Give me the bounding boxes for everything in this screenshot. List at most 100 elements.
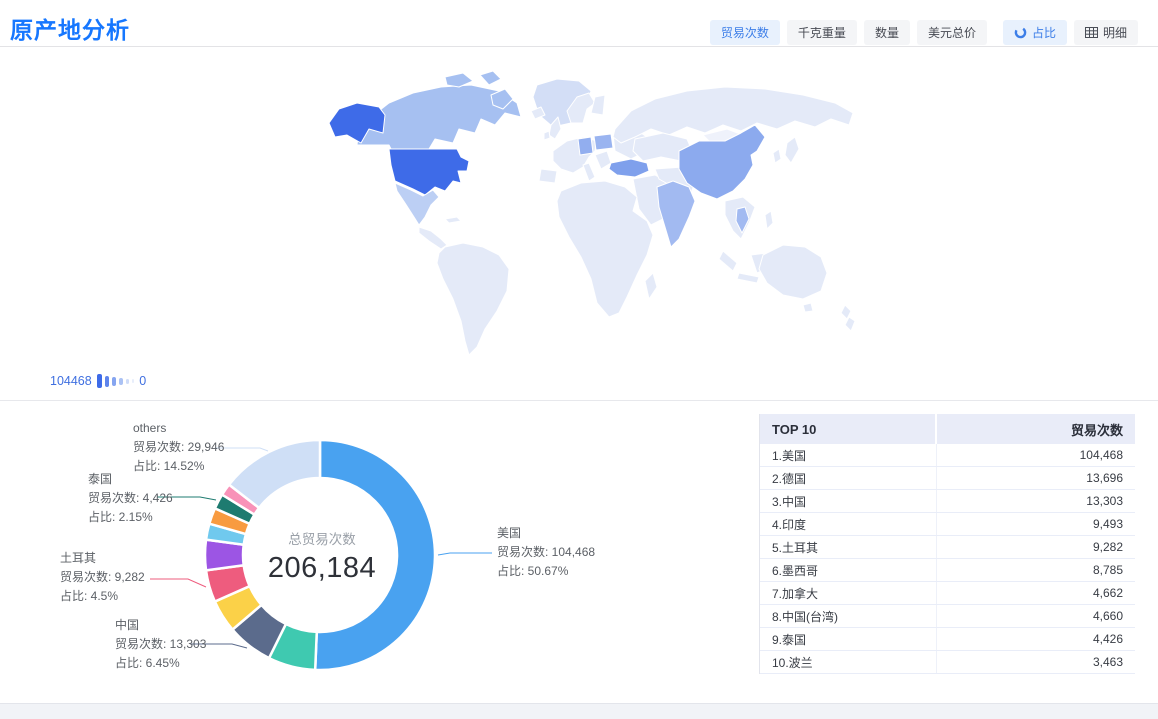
top10-header-value: 贸易次数: [937, 420, 1135, 439]
page-header: 原产地分析 贸易次数千克重量数量美元总价占比明细: [0, 0, 1158, 47]
map-region-balkans[interactable]: [595, 151, 611, 169]
donut-callout-usa: 美国 贸易次数: 104,468 占比: 50.67%: [497, 524, 595, 581]
map-region-java[interactable]: [737, 273, 759, 283]
metric-tab-美元总价[interactable]: 美元总价: [917, 20, 987, 45]
table-cell-value: 4,426: [937, 632, 1135, 646]
table-cell-country: 2.德国: [760, 467, 937, 489]
callout-percent: 占比: 50.67%: [497, 562, 595, 581]
legend-bar: [112, 377, 116, 386]
top10-table: TOP 10 贸易次数 1.美国104,4682.德国13,6963.中国13,…: [759, 414, 1135, 674]
table-row: 7.加拿大4,662: [760, 582, 1135, 605]
world-map: [295, 58, 865, 370]
donut-chart-icon: [1014, 26, 1027, 39]
callout-value: 贸易次数: 13,303: [115, 635, 206, 654]
table-grid-icon: [1085, 27, 1098, 38]
legend-bar: [105, 376, 110, 387]
top10-header-rank: TOP 10: [760, 414, 937, 444]
callout-line-turkey: [150, 579, 206, 587]
map-region-australia[interactable]: [759, 245, 827, 299]
table-row: 6.墨西哥8,785: [760, 559, 1135, 582]
callout-name: 泰国: [88, 470, 173, 489]
table-cell-value: 9,282: [937, 540, 1135, 554]
view-toggle-明细[interactable]: 明细: [1074, 20, 1138, 45]
map-region-philippines[interactable]: [765, 211, 773, 229]
map-region-italy[interactable]: [583, 163, 595, 181]
donut-callout-thailand: 泰国 贸易次数: 4,426 占比: 2.15%: [88, 470, 173, 527]
callout-value: 贸易次数: 29,946: [133, 438, 224, 457]
table-cell-value: 3,463: [937, 655, 1135, 669]
table-row: 9.泰国4,426: [760, 628, 1135, 651]
map-region-germany[interactable]: [578, 137, 593, 155]
legend-bar: [132, 379, 135, 383]
legend-bar: [119, 378, 123, 385]
callout-value: 贸易次数: 9,282: [60, 568, 145, 587]
table-cell-value: 4,660: [937, 609, 1135, 623]
map-region-cuba[interactable]: [445, 217, 461, 223]
callout-percent: 占比: 6.45%: [115, 654, 206, 673]
table-row: 5.土耳其9,282: [760, 536, 1135, 559]
callout-value: 贸易次数: 104,468: [497, 543, 595, 562]
table-cell-country: 8.中国(台湾): [760, 605, 937, 627]
table-cell-country: 4.印度: [760, 513, 937, 535]
callout-name: 美国: [497, 524, 595, 543]
map-region-ireland[interactable]: [544, 131, 550, 140]
map-region-korea[interactable]: [773, 149, 781, 163]
table-row: 2.德国13,696: [760, 467, 1135, 490]
page-title: 原产地分析: [10, 11, 130, 45]
table-row: 4.印度9,493: [760, 513, 1135, 536]
donut-callout-turkey: 土耳其 贸易次数: 9,282 占比: 4.5%: [60, 549, 145, 606]
table-cell-country: 3.中国: [760, 490, 937, 512]
footer-band: [0, 703, 1158, 719]
map-legend: 104468 0: [50, 372, 146, 390]
callout-line-usa: [438, 553, 492, 555]
callout-name: 土耳其: [60, 549, 145, 568]
map-region-turkey[interactable]: [609, 159, 649, 177]
table-row: 3.中国13,303: [760, 490, 1135, 513]
table-cell-country: 9.泰国: [760, 628, 937, 650]
map-region-finland[interactable]: [591, 95, 605, 115]
table-row: 10.波兰3,463: [760, 651, 1135, 674]
top10-table-header: TOP 10 贸易次数: [760, 414, 1135, 444]
donut-slice-美国[interactable]: [315, 440, 435, 670]
map-legend-min: 0: [139, 374, 146, 388]
table-row: 8.中国(台湾)4,660: [760, 605, 1135, 628]
map-legend-max: 104468: [50, 374, 92, 388]
top10-table-body: 1.美国104,4682.德国13,6963.中国13,3034.印度9,493…: [760, 444, 1135, 674]
table-cell-value: 13,303: [937, 494, 1135, 508]
section-divider: [0, 400, 1158, 401]
legend-bar: [97, 374, 102, 388]
table-cell-value: 8,785: [937, 563, 1135, 577]
map-region-poland[interactable]: [594, 134, 613, 150]
callout-name: others: [133, 419, 224, 438]
table-cell-country: 6.墨西哥: [760, 559, 937, 581]
table-cell-value: 104,468: [937, 448, 1135, 462]
table-cell-value: 4,662: [937, 586, 1135, 600]
map-region-iberia[interactable]: [539, 169, 557, 183]
callout-value: 贸易次数: 4,426: [88, 489, 173, 508]
map-region-tasmania[interactable]: [803, 303, 813, 312]
metric-tab-数量[interactable]: 数量: [864, 20, 910, 45]
map-region-madagascar[interactable]: [645, 273, 657, 299]
metric-tab-千克重量[interactable]: 千克重量: [787, 20, 857, 45]
map-region-south-america[interactable]: [437, 243, 509, 355]
legend-bar: [126, 379, 129, 384]
origin-analysis-page: 原产地分析 贸易次数千克重量数量美元总价占比明细: [0, 0, 1158, 719]
map-region-india[interactable]: [657, 181, 695, 247]
map-region-central-america[interactable]: [419, 227, 447, 249]
view-toggle-占比[interactable]: 占比: [1003, 20, 1067, 45]
metric-tab-贸易次数[interactable]: 贸易次数: [710, 20, 780, 45]
table-cell-value: 13,696: [937, 471, 1135, 485]
map-region-sumatra[interactable]: [719, 251, 737, 271]
donut-callout-china: 中国 贸易次数: 13,303 占比: 6.45%: [115, 616, 206, 673]
table-row: 1.美国104,468: [760, 444, 1135, 467]
table-cell-value: 9,493: [937, 517, 1135, 531]
map-region-japan[interactable]: [785, 137, 799, 163]
donut-callout-others: others 贸易次数: 29,946 占比: 14.52%: [133, 419, 224, 476]
map-region-canada-arctic-2[interactable]: [480, 71, 501, 85]
table-cell-country: 10.波兰: [760, 651, 937, 673]
table-cell-country: 5.土耳其: [760, 536, 937, 558]
callout-percent: 占比: 2.15%: [88, 508, 173, 527]
toolbar: 贸易次数千克重量数量美元总价占比明细: [710, 20, 1138, 45]
table-cell-country: 7.加拿大: [760, 582, 937, 604]
table-cell-country: 1.美国: [760, 444, 937, 466]
